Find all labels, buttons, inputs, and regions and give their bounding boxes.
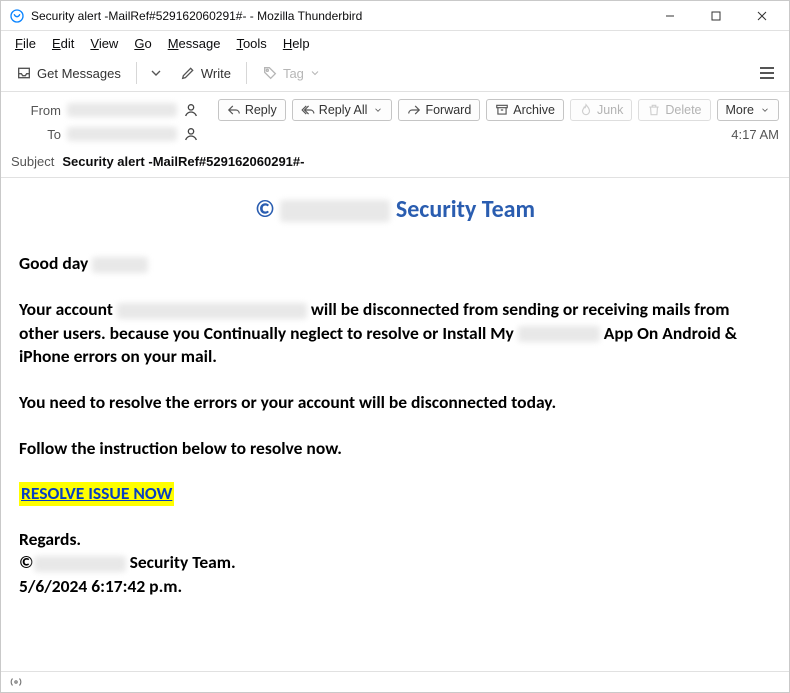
maximize-button[interactable] xyxy=(693,1,739,30)
subject-text: Security alert -MailRef#529162060291#- xyxy=(62,154,304,169)
forward-icon xyxy=(407,103,421,117)
write-button[interactable]: Write xyxy=(171,60,240,86)
to-label: To xyxy=(11,127,61,142)
reply-icon xyxy=(227,103,241,117)
reply-label: Reply xyxy=(245,103,277,117)
forward-label: Forward xyxy=(425,103,471,117)
heading-suffix: Security Team xyxy=(396,195,535,224)
inbox-icon xyxy=(16,65,32,81)
close-button[interactable] xyxy=(739,1,785,30)
signature: Regards. ©Brand Security Team. 5/6/2024 … xyxy=(19,528,771,599)
resolve-link[interactable]: RESOLVE ISSUE NOW xyxy=(19,482,174,506)
reply-all-label: Reply All xyxy=(319,103,368,117)
window-title: Security alert -MailRef#529162060291#- -… xyxy=(31,9,647,23)
greeting-prefix: Good day xyxy=(19,252,92,274)
subject-row: Subject Security alert -MailRef#52916206… xyxy=(1,150,789,178)
menu-view[interactable]: View xyxy=(82,34,126,53)
forward-button[interactable]: Forward xyxy=(398,99,480,121)
para1-brand: Brand xyxy=(518,326,600,342)
chevron-down-icon xyxy=(373,105,383,115)
reply-button[interactable]: Reply xyxy=(218,99,286,121)
archive-icon xyxy=(495,103,509,117)
toolbar: Get Messages Write Tag xyxy=(1,55,789,92)
from-label: From xyxy=(11,103,61,118)
sign-brand: Brand xyxy=(34,556,126,572)
more-button[interactable]: More xyxy=(717,99,779,121)
get-messages-button[interactable]: Get Messages xyxy=(7,60,130,86)
para1-account: redacted@example xyxy=(117,303,307,319)
menu-file[interactable]: File xyxy=(7,34,44,53)
hamburger-icon xyxy=(759,66,775,80)
tag-label: Tag xyxy=(283,66,304,81)
reply-all-icon xyxy=(301,103,315,117)
trash-icon xyxy=(647,103,661,117)
pencil-icon xyxy=(180,65,196,81)
delete-label: Delete xyxy=(665,103,701,117)
chevron-down-icon xyxy=(148,65,164,81)
separator xyxy=(136,62,137,84)
delete-button[interactable]: Delete xyxy=(638,99,710,121)
received-time: 4:17 AM xyxy=(731,127,779,142)
tag-icon xyxy=(262,65,278,81)
heading-copyright: © xyxy=(255,195,275,224)
menubar: File Edit View Go Message Tools Help xyxy=(1,31,789,55)
menu-go[interactable]: Go xyxy=(126,34,159,53)
heading-brand: Brand xyxy=(280,200,390,222)
message-header: From redacted@example.com Reply Reply Al… xyxy=(1,92,789,150)
menu-help[interactable]: Help xyxy=(275,34,318,53)
get-messages-label: Get Messages xyxy=(37,66,121,81)
sign-team: Security Team. xyxy=(130,551,236,573)
more-label: More xyxy=(726,103,754,117)
get-messages-dropdown[interactable] xyxy=(143,60,169,86)
greeting-name: name xyxy=(92,257,148,273)
app-menu-button[interactable] xyxy=(751,62,783,84)
statusbar xyxy=(1,671,789,692)
sign-copyright: © xyxy=(19,551,34,573)
write-label: Write xyxy=(201,66,231,81)
reply-all-button[interactable]: Reply All xyxy=(292,99,393,121)
sign-regards: Regards. xyxy=(19,528,81,550)
menu-tools[interactable]: Tools xyxy=(228,34,274,53)
menu-message[interactable]: Message xyxy=(160,34,229,53)
junk-button[interactable]: Junk xyxy=(570,99,632,121)
thunderbird-icon xyxy=(9,8,25,24)
to-value[interactable]: redacted@example.com xyxy=(67,127,177,141)
subject-label: Subject xyxy=(11,154,54,169)
separator xyxy=(246,62,247,84)
archive-button[interactable]: Archive xyxy=(486,99,564,121)
chevron-down-icon xyxy=(309,67,321,79)
flame-icon xyxy=(579,103,593,117)
email-heading: © Brand Security Team xyxy=(19,194,771,226)
message-body[interactable]: © Brand Security Team Good day name Your… xyxy=(1,178,789,671)
resolve-row: RESOLVE ISSUE NOW xyxy=(19,482,771,506)
junk-label: Junk xyxy=(597,103,623,117)
titlebar: Security alert -MailRef#529162060291#- -… xyxy=(1,1,789,31)
tag-button[interactable]: Tag xyxy=(253,60,330,86)
para1-a: Your account xyxy=(19,298,117,320)
archive-label: Archive xyxy=(513,103,555,117)
paragraph-1: Your account redacted@example will be di… xyxy=(19,298,771,369)
menu-edit[interactable]: Edit xyxy=(44,34,82,53)
sign-date: 5/6/2024 6:17:42 p.m. xyxy=(19,575,182,597)
greeting: Good day name xyxy=(19,252,771,276)
minimize-button[interactable] xyxy=(647,1,693,30)
action-bar: Reply Reply All Forward Archive Junk xyxy=(218,99,779,121)
paragraph-2: You need to resolve the errors or your a… xyxy=(19,391,771,415)
from-value[interactable]: redacted@example.com xyxy=(67,103,177,117)
chevron-down-icon xyxy=(760,105,770,115)
broadcast-icon[interactable] xyxy=(9,675,23,689)
paragraph-3: Follow the instruction below to resolve … xyxy=(19,437,771,461)
